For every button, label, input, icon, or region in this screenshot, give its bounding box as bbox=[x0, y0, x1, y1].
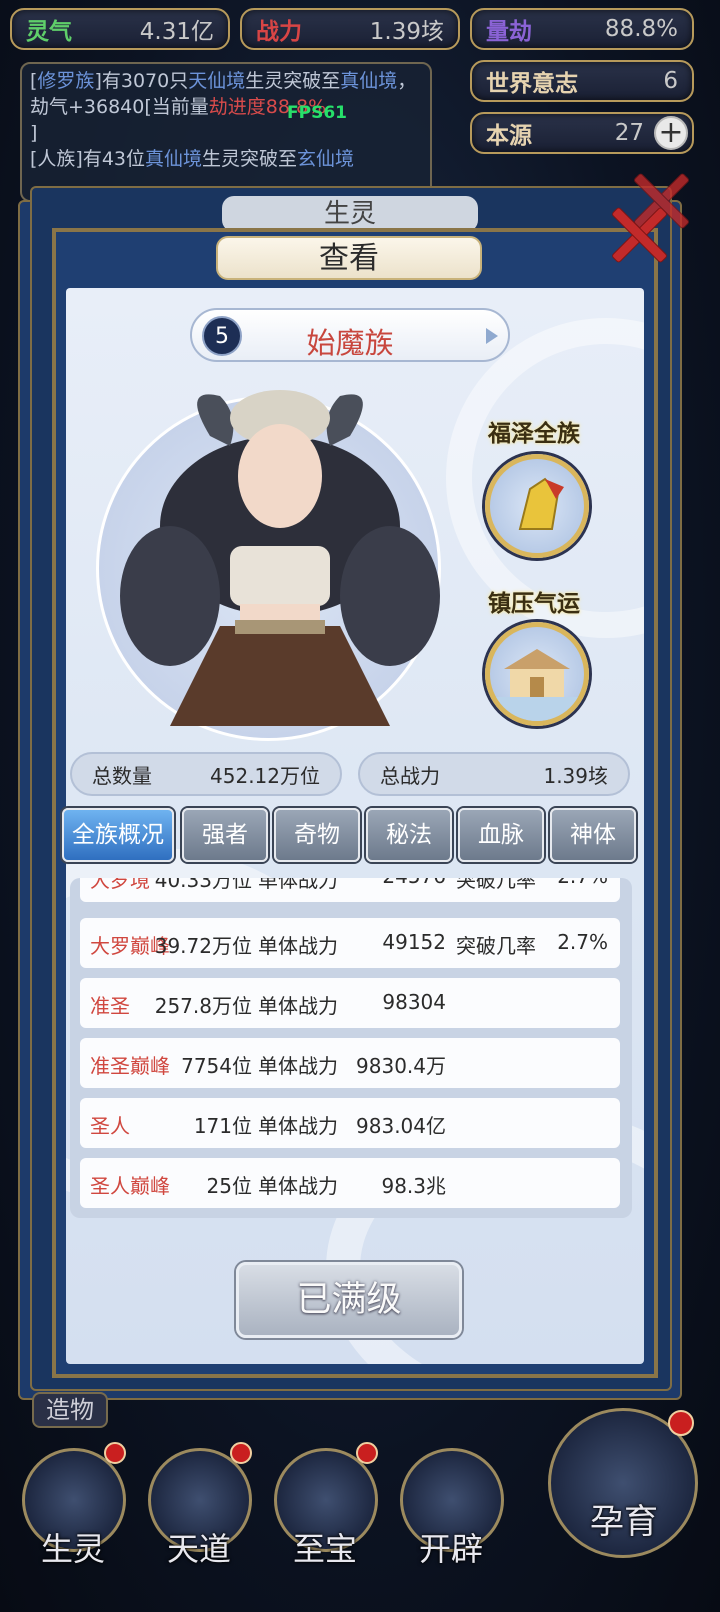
lingqi-value: 4.31亿 bbox=[139, 19, 214, 45]
total-count-stat: 总数量 452.12万位 bbox=[70, 752, 342, 796]
nav-zhibao[interactable]: 至宝 bbox=[266, 1440, 384, 1570]
notification-dot bbox=[356, 1442, 378, 1464]
lingqi-resource: 灵气 4.31亿 bbox=[10, 8, 230, 50]
table-row: 大罗境 40.33万位 单体战力 24576 突破几率 2.7% bbox=[80, 878, 620, 902]
max-level-button[interactable]: 已满级 bbox=[236, 1262, 462, 1338]
buff-label-1: 福泽全族 bbox=[488, 420, 580, 447]
realm-list[interactable]: 大罗境 40.33万位 单体战力 24576 突破几率 2.7% 大罗巅峰 39… bbox=[70, 878, 632, 1218]
table-row: 准圣 257.8万位 单体战力 98304 bbox=[80, 978, 620, 1028]
close-icon[interactable] bbox=[610, 206, 666, 262]
zhanli-label: 战力 bbox=[256, 18, 302, 45]
liangjie-label: 量劫 bbox=[486, 18, 532, 45]
tab-strong[interactable]: 强者 bbox=[182, 808, 268, 862]
zaowu-label[interactable]: 造物 bbox=[32, 1392, 108, 1428]
buff-label-2: 镇压气运 bbox=[488, 590, 580, 617]
temple-icon bbox=[490, 649, 584, 721]
benyuan-add-button[interactable]: + bbox=[654, 116, 688, 150]
lingqi-label: 灵气 bbox=[26, 18, 72, 45]
tab-bloodline[interactable]: 血脉 bbox=[458, 808, 544, 862]
notification-dot bbox=[230, 1442, 252, 1464]
event-log: [修罗族]有3070只天仙境生灵突破至真仙境，劫气+36840[当前量劫进度88… bbox=[20, 62, 432, 202]
total-count-value: 452.12万位 bbox=[210, 763, 320, 788]
panel-title: 查看 bbox=[216, 236, 482, 280]
benyuan-value: 27 bbox=[614, 120, 644, 146]
total-power-stat: 总战力 1.39垓 bbox=[358, 752, 630, 796]
zhanli-resource: 战力 1.39垓 bbox=[240, 8, 460, 50]
character-portrait-icon bbox=[120, 390, 440, 726]
tab-treasure[interactable]: 奇物 bbox=[274, 808, 360, 862]
back-tab-label: 生灵 bbox=[222, 196, 478, 232]
shijie-resource[interactable]: 世界意志 6 bbox=[470, 60, 694, 102]
liangjie-value: 88.8% bbox=[604, 16, 678, 42]
benyuan-label: 本源 bbox=[486, 122, 532, 149]
race-name: 始魔族 bbox=[306, 326, 394, 360]
golden-helmet-icon bbox=[518, 477, 564, 530]
nav-shengling[interactable]: 生灵 bbox=[14, 1440, 132, 1570]
race-selector[interactable]: 5 始魔族 bbox=[190, 308, 510, 362]
fps-counter: FPS61 bbox=[287, 103, 347, 123]
tab-secret-art[interactable]: 秘法 bbox=[366, 808, 452, 862]
total-power-label: 总战力 bbox=[380, 763, 440, 788]
nav-yunyu[interactable]: 孕育 bbox=[540, 1400, 708, 1580]
tab-divine-body[interactable]: 神体 bbox=[550, 808, 636, 862]
notification-dot bbox=[668, 1410, 694, 1436]
buff-medal-2[interactable] bbox=[485, 622, 589, 726]
tab-overview[interactable]: 全族概况 bbox=[62, 808, 174, 862]
liangjie-resource[interactable]: 量劫 88.8% bbox=[470, 8, 694, 50]
nav-tiandao[interactable]: 天道 bbox=[140, 1440, 258, 1570]
shijie-value: 6 bbox=[663, 68, 678, 94]
buff-medal-1[interactable] bbox=[485, 454, 589, 558]
race-next-icon[interactable] bbox=[484, 326, 500, 346]
benyuan-resource: 本源 27 + bbox=[470, 112, 694, 154]
total-count-label: 总数量 bbox=[92, 763, 152, 788]
table-row: 准圣巅峰 7754位 单体战力 9830.4万 bbox=[80, 1038, 620, 1088]
table-row: 圣人巅峰 25位 单体战力 98.3兆 bbox=[80, 1158, 620, 1208]
log-line-2: ] bbox=[30, 122, 38, 144]
zhanli-value: 1.39垓 bbox=[369, 19, 444, 45]
total-power-value: 1.39垓 bbox=[543, 763, 608, 788]
log-line-1: [修罗族]有3070只天仙境生灵突破至真仙境，劫气+36840[当前量劫进度88… bbox=[30, 70, 417, 118]
log-line-3: [人族]有43位真仙境生灵突破至玄仙境 bbox=[30, 148, 355, 170]
table-row: 大罗巅峰 39.72万位 单体战力 49152 突破几率 2.7% bbox=[80, 918, 620, 968]
nav-kaipi[interactable]: 开辟 bbox=[392, 1440, 510, 1570]
notification-dot bbox=[104, 1442, 126, 1464]
table-row: 圣人 171位 单体战力 983.04亿 bbox=[80, 1098, 620, 1148]
shijie-label: 世界意志 bbox=[486, 70, 578, 97]
game-screen: 灵气 4.31亿 战力 1.39垓 量劫 88.8% 世界意志 6 本源 27 … bbox=[0, 0, 720, 1612]
